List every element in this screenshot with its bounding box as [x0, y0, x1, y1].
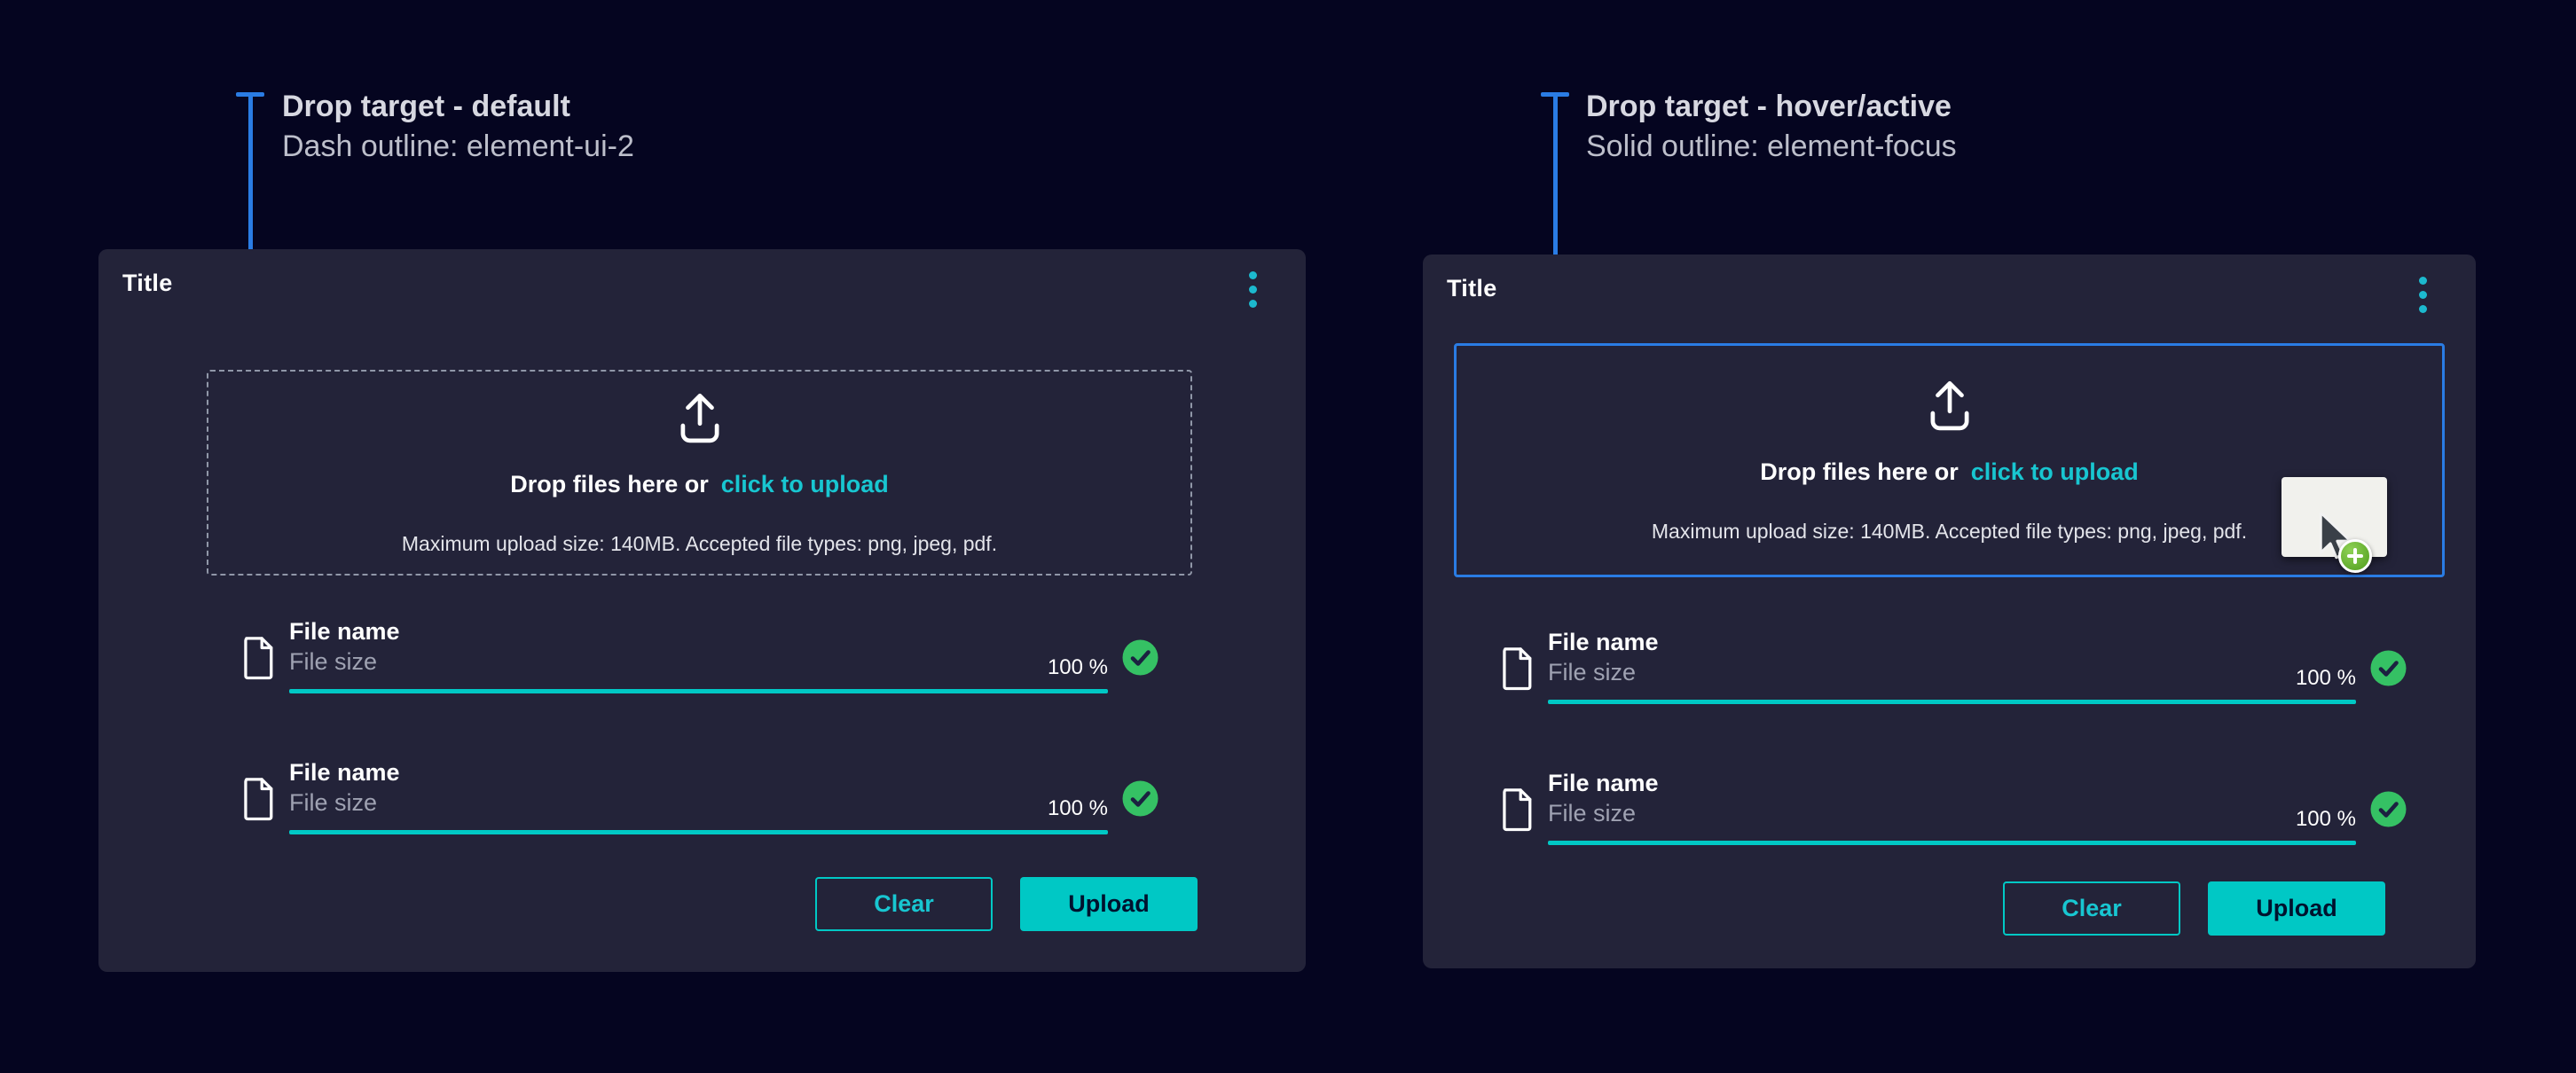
- card-title: Title: [122, 270, 173, 297]
- annotation-title: Drop target - default: [282, 87, 634, 127]
- file-row: File name File size 100 %: [240, 616, 1158, 693]
- annotation-title: Drop target - hover/active: [1586, 87, 1957, 127]
- card-title: Title: [1447, 275, 1497, 302]
- file-size: File size: [289, 646, 1108, 677]
- file-info: File name File size 100 %: [1548, 627, 2356, 704]
- dropzone-prompt: Drop files here or: [1760, 458, 1959, 485]
- click-to-upload-link[interactable]: click to upload: [721, 471, 889, 497]
- file-row: File name File size 100 %: [240, 757, 1158, 834]
- card-actions: Clear Upload: [815, 877, 1198, 931]
- document-icon: [1498, 787, 1534, 832]
- progress-bar: [1548, 700, 2356, 704]
- document-icon: [240, 777, 275, 821]
- annotation-heading-left: Drop target - default Dash outline: elem…: [282, 87, 634, 167]
- file-dropzone-default[interactable]: Drop files here or click to upload Maximu…: [207, 370, 1192, 576]
- upload-percentage: 100 %: [2296, 666, 2356, 691]
- kebab-menu-button[interactable]: [1235, 269, 1270, 309]
- annotation-heading-right: Drop target - hover/active Solid outline…: [1586, 87, 1957, 167]
- success-check-icon: [1122, 780, 1158, 817]
- success-check-icon: [2370, 791, 2407, 827]
- kebab-dot: [2419, 277, 2427, 285]
- dropzone-prompt-line: Drop files here or click to upload: [1760, 457, 2139, 487]
- upload-icon: [1926, 377, 1974, 434]
- file-size: File size: [1548, 798, 2356, 828]
- progress-bar: [289, 830, 1108, 834]
- kebab-dot: [2419, 291, 2427, 299]
- upload-icon: [676, 389, 724, 446]
- upload-button[interactable]: Upload: [1020, 877, 1198, 931]
- kebab-dot: [1249, 300, 1257, 308]
- file-name: File name: [289, 616, 1108, 646]
- kebab-dot: [1249, 271, 1257, 279]
- drag-copy-plus-icon: [2338, 539, 2372, 573]
- file-info: File name File size 100 %: [289, 616, 1108, 693]
- file-list: File name File size 100 % File name File…: [1498, 627, 2407, 845]
- dropzone-hint: Maximum upload size: 140MB. Accepted fil…: [402, 531, 997, 557]
- file-row: File name File size 100 %: [1498, 627, 2407, 704]
- file-list: File name File size 100 % File name File…: [240, 616, 1158, 834]
- file-name: File name: [1548, 768, 2356, 798]
- kebab-dot: [1249, 286, 1257, 294]
- file-name: File name: [1548, 627, 2356, 657]
- upload-button[interactable]: Upload: [2208, 881, 2385, 936]
- dropzone-prompt-line: Drop files here or click to upload: [510, 469, 889, 499]
- upload-card-hover: Title Drop files here orclick to upload …: [1423, 255, 2476, 968]
- dropzone-hint: Maximum upload size: 140MB. Accepted fil…: [1652, 519, 2247, 544]
- kebab-menu-button[interactable]: [2405, 274, 2440, 315]
- annotation-subtitle: Solid outline: element-focus: [1586, 127, 1957, 167]
- kebab-dot: [2419, 305, 2427, 313]
- document-icon: [240, 636, 275, 680]
- progress-bar: [1548, 841, 2356, 845]
- progress-bar: [289, 689, 1108, 693]
- file-size: File size: [1548, 657, 2356, 687]
- success-check-icon: [2370, 650, 2407, 686]
- clear-button[interactable]: Clear: [815, 877, 993, 931]
- card-actions: Clear Upload: [2003, 881, 2385, 936]
- dropzone-prompt: Drop files here or: [510, 471, 709, 497]
- file-name: File name: [289, 757, 1108, 787]
- file-row: File name File size 100 %: [1498, 768, 2407, 845]
- document-icon: [1498, 646, 1534, 691]
- annotation-subtitle: Dash outline: element-ui-2: [282, 127, 634, 167]
- file-info: File name File size 100 %: [289, 757, 1108, 834]
- clear-button[interactable]: Clear: [2003, 881, 2180, 936]
- upload-percentage: 100 %: [2296, 807, 2356, 832]
- upload-percentage: 100 %: [1048, 655, 1108, 680]
- upload-percentage: 100 %: [1048, 796, 1108, 821]
- upload-card-default: Title Drop files here or click to upload …: [98, 249, 1306, 972]
- click-to-upload-link[interactable]: click to upload: [1971, 458, 2139, 485]
- file-size: File size: [289, 787, 1108, 818]
- file-info: File name File size 100 %: [1548, 768, 2356, 845]
- success-check-icon: [1122, 639, 1158, 676]
